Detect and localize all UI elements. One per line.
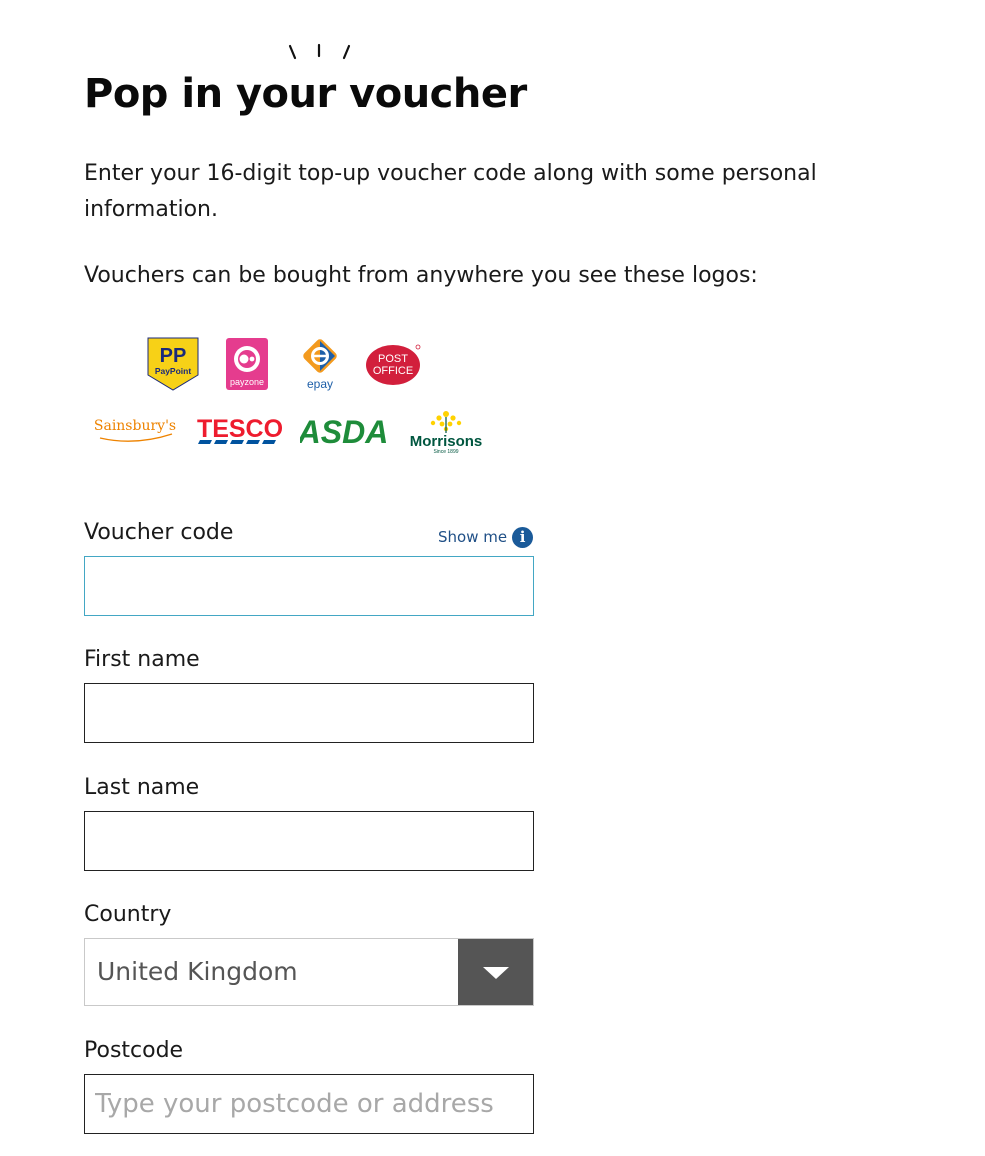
intro-text: Enter your 16-digit top-up voucher code … <box>84 161 817 222</box>
postcode-input[interactable] <box>84 1074 534 1134</box>
voucher-code-input[interactable] <box>84 556 534 616</box>
vouchers-info-text: Vouchers can be bought from anywhere you… <box>84 263 758 288</box>
select-arrow-button[interactable] <box>458 939 533 1005</box>
postcode-label: Postcode <box>84 1038 184 1063</box>
tesco-name: TESCO <box>197 415 283 443</box>
sainsburys-logo: Sainsbury's <box>92 412 178 446</box>
morrisons-logo: Morrisons Since 1899 <box>402 408 490 456</box>
paypoint-monogram: PP <box>160 345 187 367</box>
asda-logo: ASDA <box>300 413 386 447</box>
last-name-label: Last name <box>84 775 200 800</box>
page-title: Pop in your voucher <box>84 71 527 117</box>
last-name-input[interactable] <box>84 811 534 871</box>
paypoint-name: PayPoint <box>155 366 192 376</box>
country-label: Country <box>84 902 172 927</box>
show-me-link[interactable]: Show me i <box>438 526 534 548</box>
epay-name: epay <box>307 377 333 391</box>
first-name-input[interactable] <box>84 683 534 743</box>
morrisons-name: Morrisons <box>410 433 483 450</box>
payzone-logo: payzone <box>225 337 269 391</box>
country-select[interactable]: United Kingdom <box>84 938 534 1006</box>
epay-logo: epay <box>299 337 341 393</box>
tesco-logo: TESCO <box>197 413 283 447</box>
voucher-code-label: Voucher code <box>84 520 234 545</box>
paypoint-logo: PP PayPoint <box>147 337 199 391</box>
asda-name: ASDA <box>300 414 386 447</box>
post-office-line2: OFFICE <box>373 365 413 377</box>
payzone-name: payzone <box>230 377 264 387</box>
sparkle-icon <box>288 43 351 60</box>
post-office-logo: POST OFFICE <box>366 343 424 387</box>
chevron-down-icon <box>483 967 509 979</box>
show-me-label: Show me <box>438 528 508 546</box>
sainsburys-name: Sainsbury's <box>94 418 176 434</box>
info-icon: i <box>512 526 534 548</box>
morrisons-tagline: Since 1899 <box>433 449 458 455</box>
country-select-value: United Kingdom <box>97 957 298 986</box>
first-name-label: First name <box>84 647 200 672</box>
post-office-line1: POST <box>378 353 408 365</box>
